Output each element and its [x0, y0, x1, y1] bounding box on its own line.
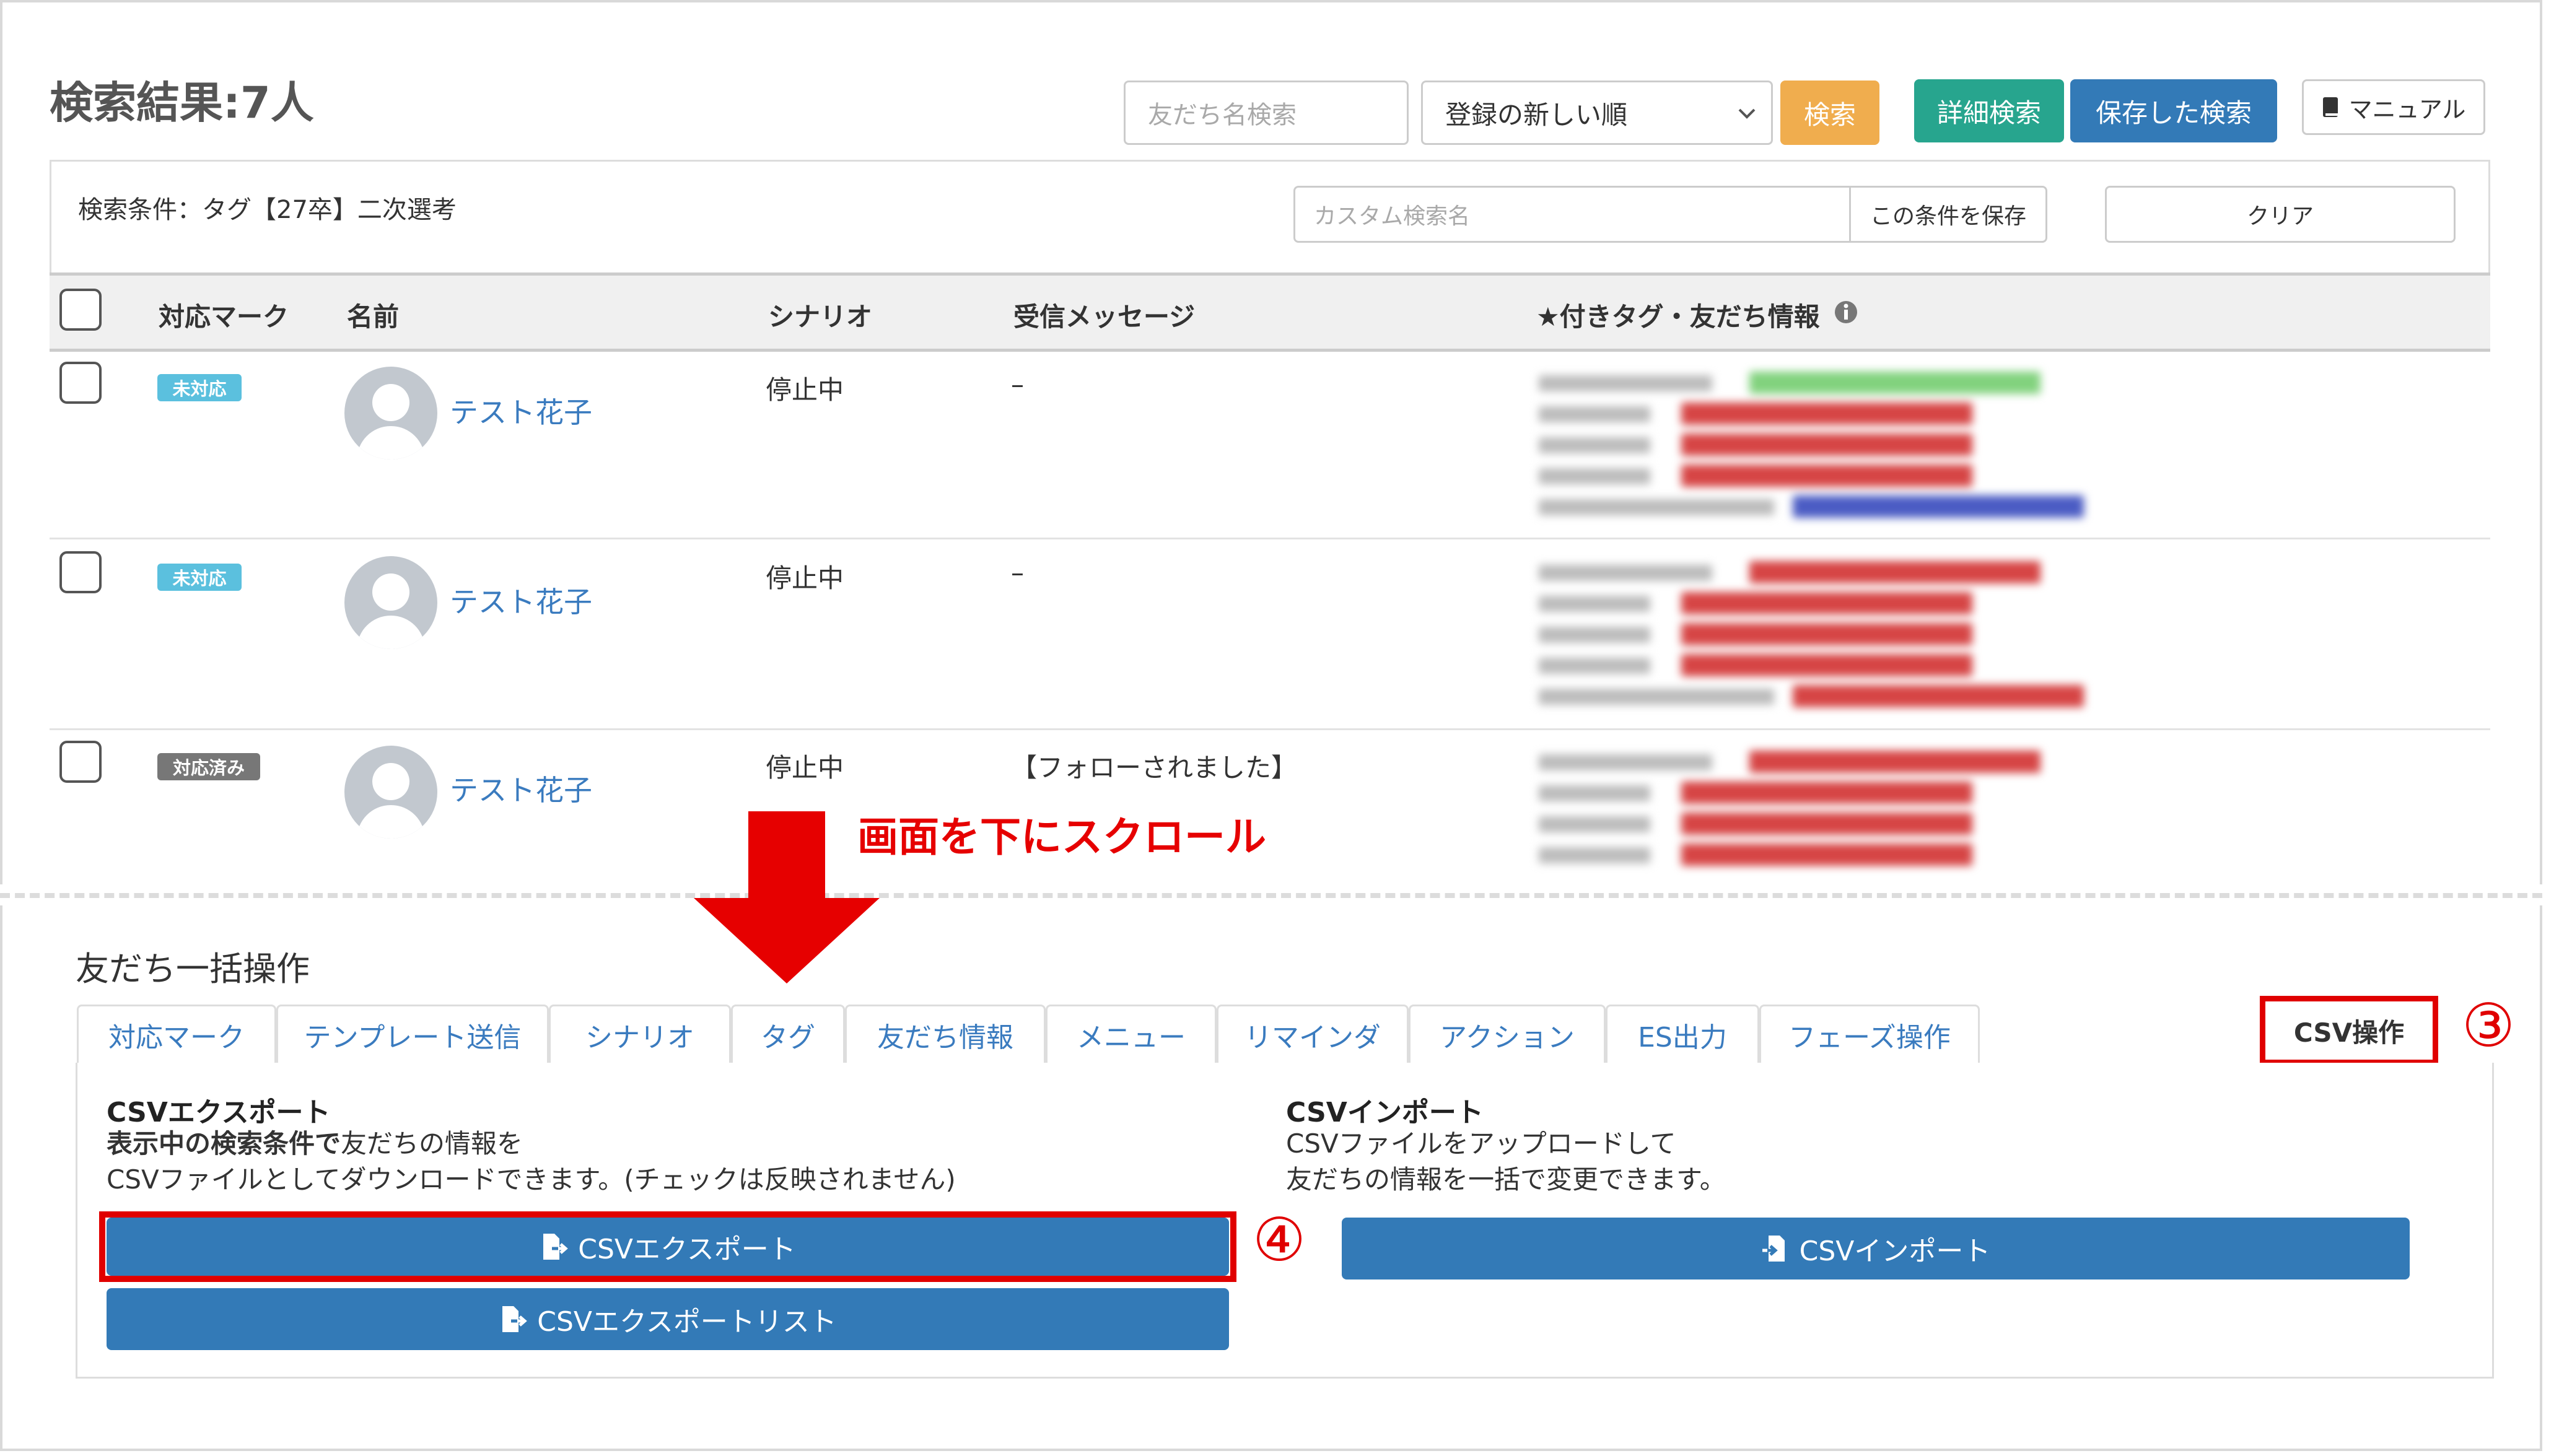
- csv-export-button[interactable]: CSVエクスポート: [107, 1218, 1229, 1276]
- message-cell: –: [1011, 557, 1024, 588]
- friend-name-link[interactable]: テスト花子: [450, 390, 592, 431]
- user-avatar-icon: [344, 746, 437, 839]
- page-title: 検索結果:7人: [50, 77, 314, 128]
- tab-template-send[interactable]: テンプレート送信: [276, 1005, 549, 1063]
- sort-select[interactable]: 登録の新しい順: [1421, 81, 1773, 145]
- manual-button[interactable]: マニュアル: [2302, 79, 2485, 135]
- scenario-cell: 停止中: [766, 563, 844, 593]
- csv-export-desc-line2: CSVファイルとしてダウンロードできます。(チェックは反映されません): [107, 1164, 956, 1195]
- step-3-marker: ③: [2462, 991, 2516, 1060]
- tab-tag[interactable]: タグ: [731, 1005, 845, 1063]
- column-header: シナリオ: [768, 302, 873, 332]
- csv-import-title: CSVインポート: [1286, 1097, 1484, 1128]
- status-badge: 未対応: [157, 564, 242, 591]
- row-checkbox[interactable]: [59, 551, 102, 593]
- clear-button[interactable]: クリア: [2105, 186, 2456, 243]
- file-import-icon: [1762, 1236, 1785, 1262]
- file-export-icon: [502, 1306, 528, 1332]
- row-divider: [50, 538, 2490, 539]
- column-header: 対応マーク: [159, 302, 289, 332]
- message-cell: 【フォローされました】: [1011, 752, 1298, 783]
- step-4-marker: ④: [1253, 1205, 1306, 1275]
- select-all-checkbox[interactable]: [59, 289, 102, 331]
- friend-name-link[interactable]: テスト花子: [450, 580, 592, 621]
- csv-export-button-label: CSVエクスポート: [578, 1234, 796, 1265]
- saved-search-button[interactable]: 保存した検索: [2070, 79, 2277, 142]
- sort-select-value: 登録の新しい順: [1445, 99, 1628, 130]
- status-badge: 未対応: [157, 374, 242, 401]
- status-badge: 対応済み: [157, 753, 260, 780]
- search-button[interactable]: 検索: [1780, 81, 1879, 145]
- csv-import-button[interactable]: CSVインポート: [1342, 1218, 2410, 1279]
- detail-search-button[interactable]: 詳細検索: [1914, 79, 2064, 142]
- message-cell: –: [1011, 369, 1024, 399]
- save-condition-button[interactable]: この条件を保存: [1849, 186, 2047, 243]
- row-checkbox[interactable]: [59, 362, 102, 404]
- csv-import-desc-line1: CSVファイルをアップロードして: [1286, 1128, 1676, 1159]
- csv-export-desc-rest: 友だちの情報を: [341, 1128, 523, 1159]
- csv-import-desc-line2: 友だちの情報を一括で変更できます。: [1286, 1164, 1726, 1195]
- row-checkbox[interactable]: [59, 741, 102, 783]
- blurred-tag-info: [1533, 367, 2102, 528]
- scroll-instruction: 画面を下にスクロール: [857, 813, 1266, 861]
- tab-reminder[interactable]: リマインダ: [1217, 1005, 1409, 1063]
- tab-csv-operation[interactable]: CSV操作: [2260, 996, 2438, 1065]
- csv-export-list-button[interactable]: CSVエクスポートリスト: [107, 1288, 1229, 1350]
- tab-support-mark[interactable]: 対応マーク: [77, 1005, 276, 1063]
- tab-menu[interactable]: メニュー: [1046, 1005, 1217, 1063]
- blurred-tag-info: [1533, 556, 2102, 717]
- csv-export-desc-bold: 表示中の検索条件で: [107, 1128, 341, 1159]
- friend-name-search-input[interactable]: 友だち名検索: [1124, 81, 1409, 145]
- tab-scenario[interactable]: シナリオ: [549, 1005, 731, 1063]
- csv-export-title: CSVエクスポート: [107, 1097, 331, 1128]
- blurred-tag-info: [1533, 746, 2102, 876]
- csv-export-description: 表示中の検索条件で友だちの情報を CSVファイルとしてダウンロードできます。(チ…: [107, 1126, 956, 1198]
- csv-export-list-button-label: CSVエクスポートリスト: [537, 1306, 837, 1338]
- user-avatar-icon: [344, 556, 437, 649]
- chevron-down-icon: [1738, 108, 1756, 119]
- custom-search-name-input[interactable]: カスタム検索名: [1293, 186, 1851, 243]
- bulk-operations-title: 友だち一括操作: [76, 949, 310, 988]
- down-arrow-icon: [694, 811, 880, 983]
- manual-button-label: マニュアル: [2348, 95, 2466, 123]
- row-divider: [50, 728, 2490, 730]
- column-header: 受信メッセージ: [1013, 302, 1196, 332]
- search-conditions-label: 検索条件：タグ【27卒】二次選考: [78, 196, 457, 224]
- scenario-cell: 停止中: [766, 375, 844, 405]
- info-icon[interactable]: [1834, 300, 1858, 325]
- csv-import-button-label: CSVインポート: [1799, 1236, 1991, 1267]
- tab-action[interactable]: アクション: [1409, 1005, 1606, 1063]
- user-avatar-icon: [344, 367, 437, 460]
- book-icon: [2322, 97, 2338, 117]
- file-export-icon: [543, 1234, 569, 1260]
- table-header: [50, 272, 2490, 352]
- column-header: 名前: [347, 302, 400, 332]
- scroll-separator: [0, 893, 2542, 898]
- column-header: ★付きタグ・友だち情報: [1536, 302, 1820, 332]
- tab-es-output[interactable]: ES出力: [1606, 1005, 1759, 1063]
- tab-friend-info[interactable]: 友だち情報: [845, 1005, 1046, 1063]
- friend-name-link[interactable]: テスト花子: [450, 768, 592, 809]
- scenario-cell: 停止中: [766, 752, 844, 783]
- csv-import-description: CSVファイルをアップロードして 友だちの情報を一括で変更できます。: [1286, 1126, 1726, 1198]
- tab-phase-operation[interactable]: フェーズ操作: [1759, 1005, 1980, 1063]
